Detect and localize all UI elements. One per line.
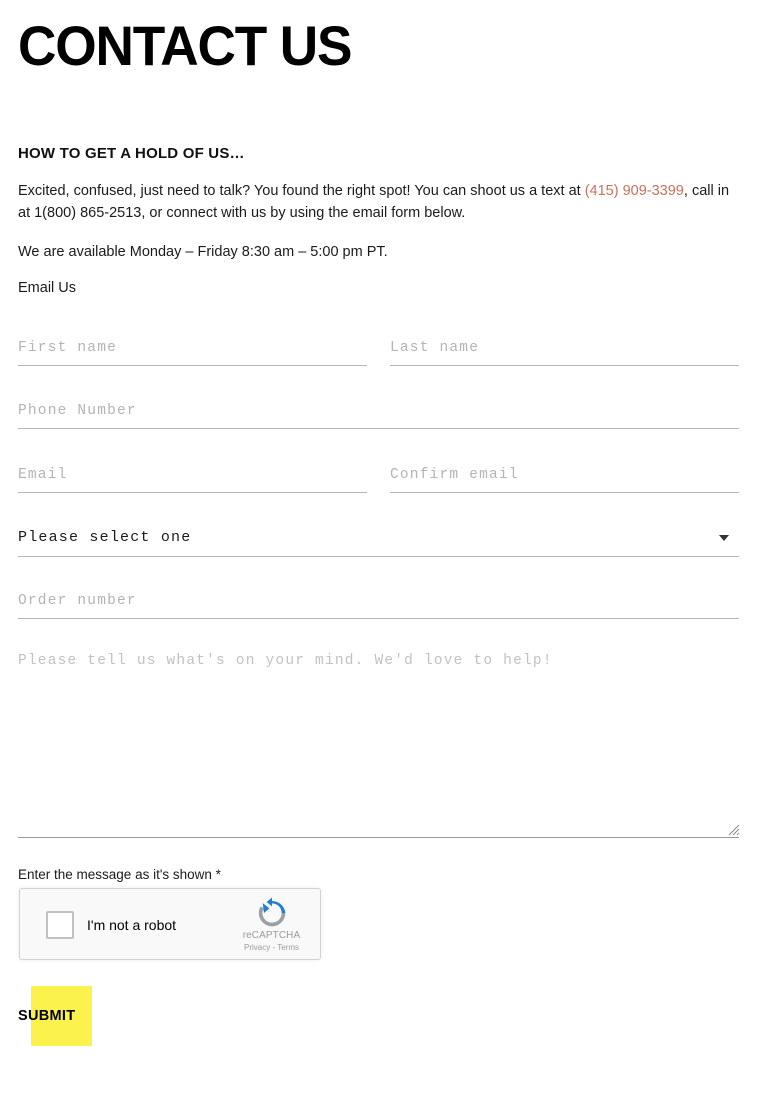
order-number-input[interactable] [18,589,739,619]
topic-select[interactable]: Please select one [18,526,739,557]
recaptcha-logo-icon [258,897,285,927]
recaptcha-privacy-terms[interactable]: Privacy - Terms [234,942,309,953]
chevron-down-icon [719,535,729,541]
first-name-input[interactable] [18,336,367,366]
recaptcha-checkbox-label: I'm not a robot [87,917,177,933]
topic-select-value: Please select one [18,529,192,546]
email-input[interactable] [18,463,367,493]
last-name-input[interactable] [390,336,739,366]
recaptcha-brand-name: reCAPTCHA [242,930,301,941]
submit-button-label: SUBMIT [18,1008,76,1024]
contact-page: CONTACT US HOW TO GET A HOLD OF US… Exci… [0,0,765,1099]
recaptcha-checkbox[interactable] [46,911,74,939]
recaptcha-widget[interactable]: I'm not a robot reCAPTCHA Privacy - Term… [19,888,321,960]
confirm-email-input[interactable] [390,463,739,493]
captcha-label: Enter the message as it's shown * [18,867,221,882]
message-textarea[interactable] [18,650,739,838]
contact-form: Please select one Enter the message as i… [0,0,765,1099]
phone-number-input[interactable] [18,399,739,429]
recaptcha-branding: reCAPTCHA Privacy - Terms [234,897,309,953]
